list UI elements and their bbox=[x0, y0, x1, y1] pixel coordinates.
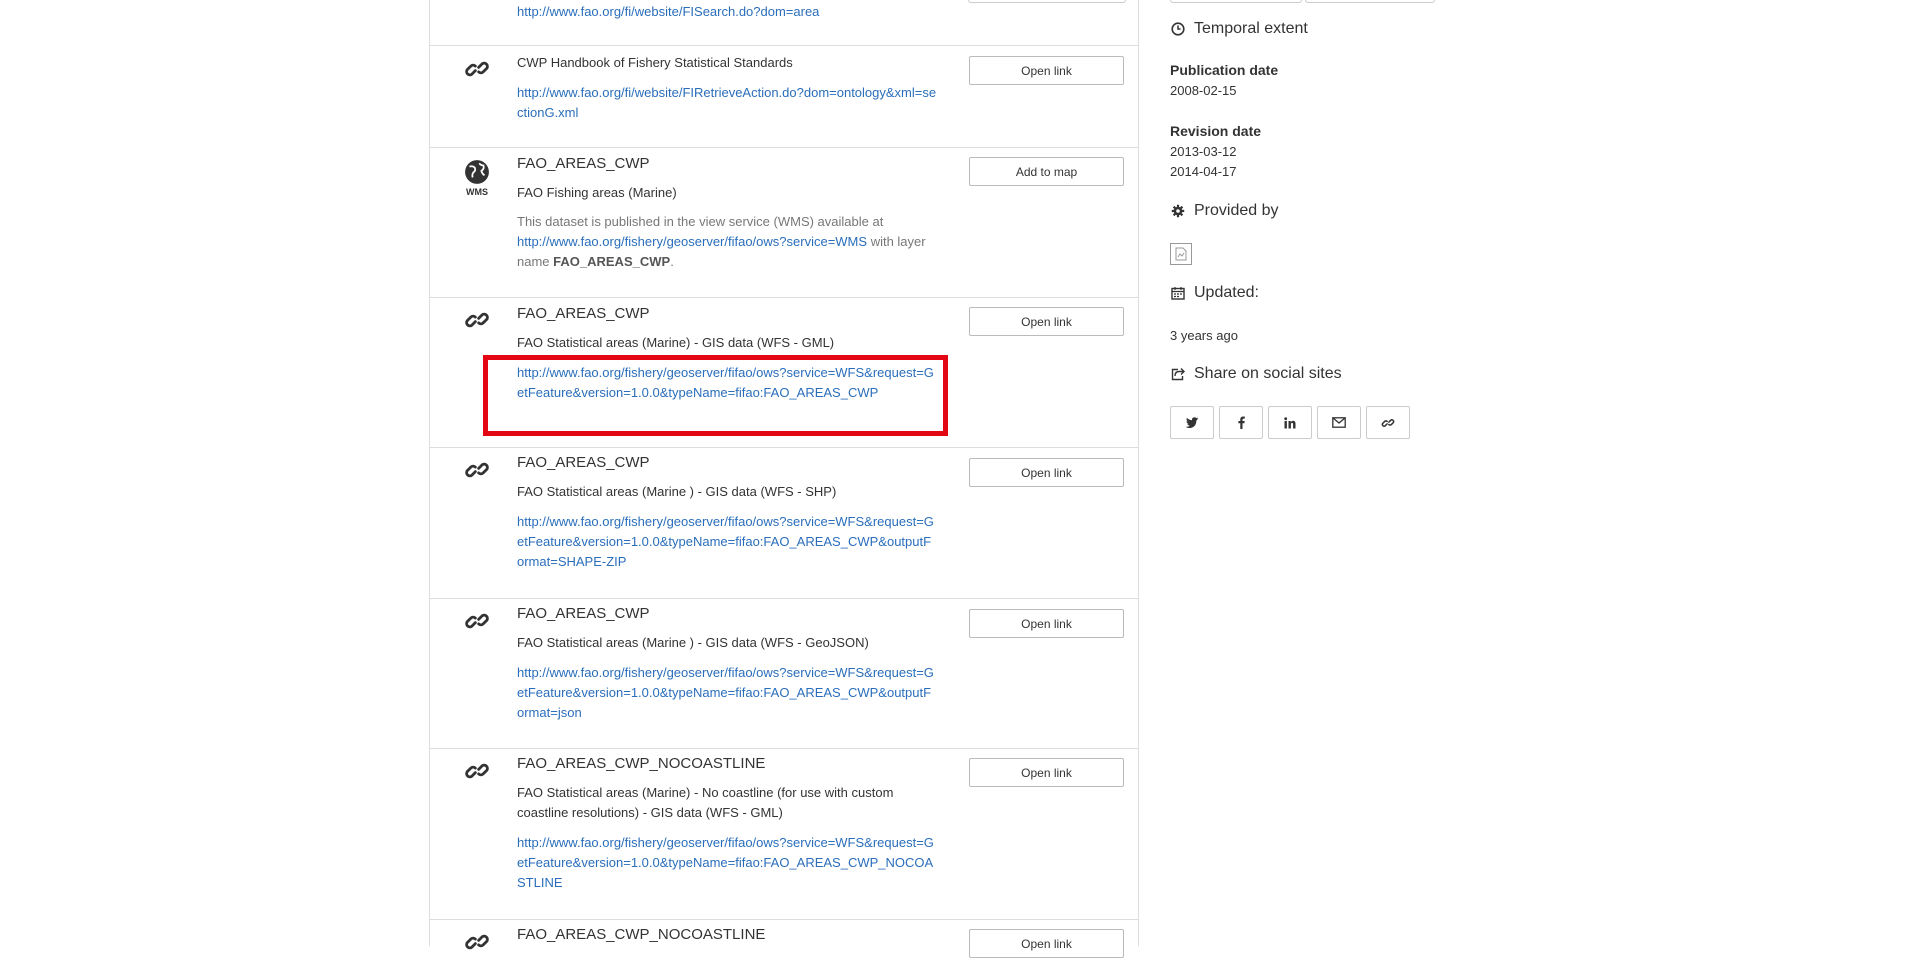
open-link-button[interactable]: Open link bbox=[969, 56, 1124, 85]
top-cut-button[interactable] bbox=[1170, 0, 1302, 3]
resources-list: http://www.fao.org/fi/website/FISearch.d… bbox=[429, 0, 1139, 958]
share-label: Share on social sites bbox=[1194, 365, 1342, 382]
link-icon bbox=[459, 457, 495, 483]
link-icon bbox=[459, 929, 495, 955]
resource-link[interactable]: http://www.fao.org/fi/website/FIRetrieve… bbox=[517, 83, 937, 123]
link-icon bbox=[459, 56, 495, 82]
resource-row: FAO_AREAS_CWP FAO Statistical areas (Mar… bbox=[430, 598, 1138, 749]
twitter-share-button[interactable] bbox=[1170, 406, 1214, 439]
share-icon bbox=[1170, 366, 1186, 382]
resource-title: FAO_AREAS_CWP bbox=[517, 605, 650, 622]
top-cut-button[interactable] bbox=[1305, 0, 1435, 3]
temporal-extent-heading: Temporal extent bbox=[1170, 20, 1308, 38]
clock-icon bbox=[1170, 21, 1186, 37]
resource-link[interactable]: http://www.fao.org/fishery/geoserver/fif… bbox=[517, 833, 937, 893]
revision-date-value: 2013-03-12 bbox=[1170, 144, 1237, 159]
provider-logo[interactable] bbox=[1170, 243, 1192, 265]
open-link-button[interactable]: Open link bbox=[969, 609, 1124, 638]
linkedin-share-button[interactable] bbox=[1268, 406, 1312, 439]
resource-row: FAO_AREAS_CWP_NOCOASTLINE Open link bbox=[430, 919, 1138, 979]
updated-heading: Updated: bbox=[1170, 284, 1259, 302]
link-icon bbox=[459, 608, 495, 634]
resource-subtitle: FAO Statistical areas (Marine ) - GIS da… bbox=[517, 635, 869, 650]
resource-row: FAO_AREAS_CWP FAO Statistical areas (Mar… bbox=[430, 297, 1138, 448]
resource-row: http://www.fao.org/fi/website/FISearch.d… bbox=[430, 0, 1138, 46]
twitter-icon bbox=[1185, 417, 1198, 428]
revision-date-value: 2014-04-17 bbox=[1170, 164, 1237, 179]
resource-row: FAO_AREAS_CWP_NOCOASTLINE FAO Statistica… bbox=[430, 748, 1138, 920]
resource-link[interactable]: http://www.fao.org/fishery/geoserver/fif… bbox=[517, 363, 937, 403]
email-share-button[interactable] bbox=[1317, 406, 1361, 439]
globe-icon: WMS bbox=[459, 159, 495, 197]
resource-row: CWP Handbook of Fishery Statistical Stan… bbox=[430, 45, 1138, 148]
description-text: . bbox=[670, 254, 674, 269]
resource-title: FAO_AREAS_CWP_NOCOASTLINE bbox=[517, 926, 766, 943]
resource-title: FAO_AREAS_CWP_NOCOASTLINE bbox=[517, 755, 766, 772]
linkedin-icon bbox=[1284, 416, 1296, 428]
publication-date-label: Publication date bbox=[1170, 62, 1279, 78]
temporal-extent-label: Temporal extent bbox=[1194, 20, 1308, 37]
share-heading: Share on social sites bbox=[1170, 365, 1342, 383]
layer-name: FAO_AREAS_CWP bbox=[553, 254, 671, 269]
link-icon bbox=[459, 307, 495, 333]
image-placeholder-icon bbox=[1175, 247, 1187, 261]
gear-icon bbox=[1170, 203, 1186, 219]
resource-row: FAO_AREAS_CWP FAO Statistical areas (Mar… bbox=[430, 447, 1138, 599]
resource-subtitle: FAO Fishing areas (Marine) bbox=[517, 185, 677, 200]
resource-title: FAO_AREAS_CWP bbox=[517, 305, 650, 322]
link-icon bbox=[459, 758, 495, 784]
open-link-button[interactable]: Open link bbox=[969, 307, 1124, 336]
publication-date-value: 2008-02-15 bbox=[1170, 83, 1237, 98]
resource-title: CWP Handbook of Fishery Statistical Stan… bbox=[517, 55, 793, 70]
resource-subtitle: FAO Statistical areas (Marine) - No coas… bbox=[517, 785, 894, 820]
facebook-icon bbox=[1237, 416, 1245, 429]
updated-label: Updated: bbox=[1194, 284, 1259, 301]
facebook-share-button[interactable] bbox=[1219, 406, 1263, 439]
copy-link-button[interactable] bbox=[1366, 406, 1410, 439]
open-link-button[interactable]: Open link bbox=[969, 458, 1124, 487]
link-icon bbox=[1381, 416, 1395, 430]
open-link-button[interactable]: Open link bbox=[969, 758, 1124, 787]
envelope-icon bbox=[1332, 417, 1346, 428]
updated-value: 3 years ago bbox=[1170, 328, 1238, 343]
provided-by-label: Provided by bbox=[1194, 202, 1279, 219]
calendar-icon bbox=[1170, 285, 1186, 301]
add-to-map-button[interactable]: Add to map bbox=[969, 157, 1124, 186]
resource-link[interactable]: http://www.fao.org/fishery/geoserver/fif… bbox=[517, 663, 937, 723]
resource-subtitle: FAO Statistical areas (Marine) - GIS dat… bbox=[517, 335, 835, 350]
resource-subtitle: FAO Statistical areas (Marine ) - GIS da… bbox=[517, 484, 837, 499]
wms-label: WMS bbox=[466, 187, 488, 197]
provided-by-heading: Provided by bbox=[1170, 202, 1279, 220]
revision-date-label: Revision date bbox=[1170, 123, 1262, 139]
resource-link[interactable]: http://www.fao.org/fi/website/FISearch.d… bbox=[517, 2, 937, 22]
resource-link[interactable]: http://www.fao.org/fishery/geoserver/fif… bbox=[517, 512, 937, 572]
resource-link[interactable]: http://www.fao.org/fishery/geoserver/fif… bbox=[517, 234, 867, 249]
resource-title: FAO_AREAS_CWP bbox=[517, 155, 650, 172]
description-text: This dataset is published in the view se… bbox=[517, 214, 884, 229]
resource-title: FAO_AREAS_CWP bbox=[517, 454, 650, 471]
resource-row: WMS FAO_AREAS_CWP FAO Fishing areas (Mar… bbox=[430, 147, 1138, 298]
open-link-button[interactable]: Open link bbox=[969, 929, 1124, 958]
resource-description: This dataset is published in the view se… bbox=[517, 212, 937, 272]
